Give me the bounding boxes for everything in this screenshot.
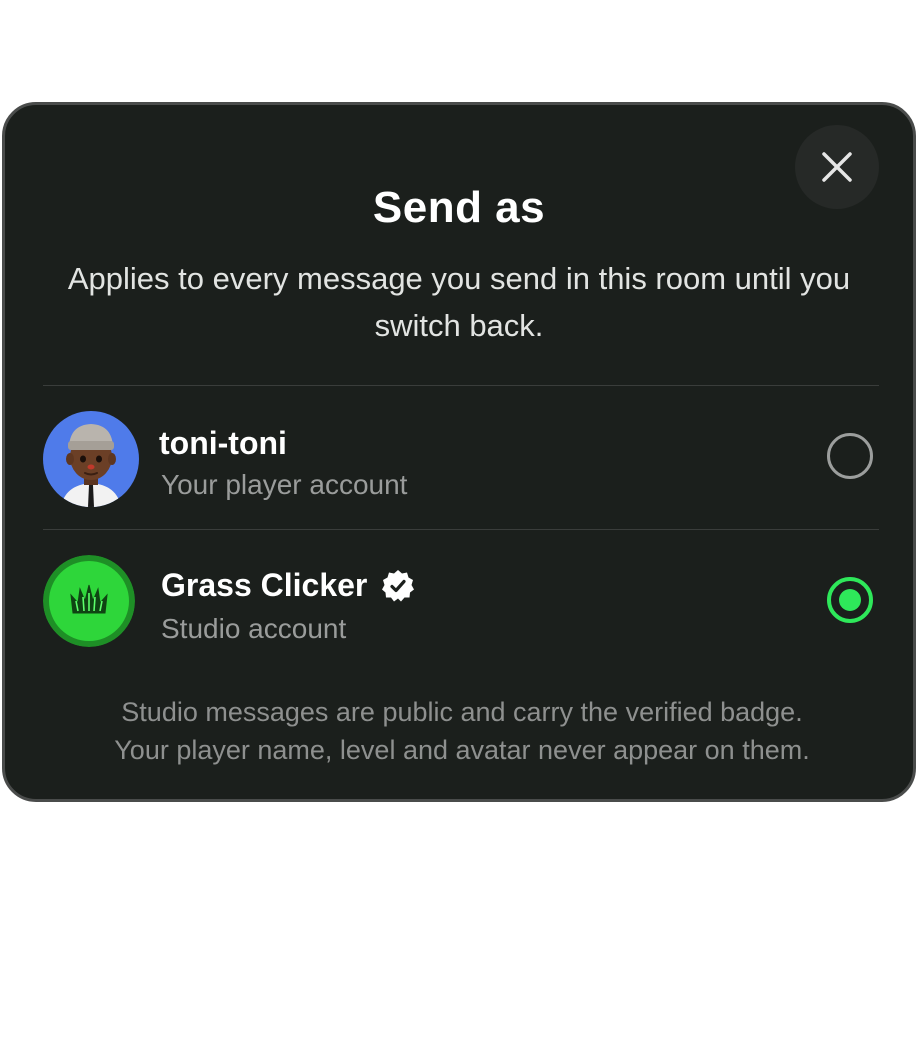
grass-logo-icon: [43, 555, 135, 647]
dialog-subtitle: Applies to every message you send in thi…: [67, 261, 851, 343]
player-avatar: [43, 411, 139, 507]
option-studio-account[interactable]: Grass Clicker Studio account: [43, 553, 879, 653]
radio-player-account[interactable]: [827, 433, 873, 479]
option-player-account[interactable]: toni-toni Your player account: [43, 411, 879, 511]
option-name: toni-toni: [159, 425, 287, 461]
send-as-dialog: Send as Applies to every message you sen…: [2, 102, 916, 802]
divider: [43, 529, 879, 530]
divider: [43, 385, 879, 386]
option-name: Grass Clicker: [161, 567, 368, 603]
option-description: Studio account: [161, 613, 347, 644]
option-name-row: Grass Clicker: [161, 567, 415, 604]
close-icon: [822, 152, 852, 182]
dialog-title: Send as: [372, 183, 546, 232]
radio-studio-account[interactable]: [827, 577, 873, 623]
radio-selected-dot: [839, 589, 861, 611]
option-description: Your player account: [161, 469, 408, 500]
footnote-line: Your player name, level and avatar never…: [114, 735, 810, 765]
footnote-line: Studio messages are public and carry the…: [121, 697, 803, 727]
verified-badge-icon: [382, 569, 415, 601]
footnote: Studio messages are public and carry the…: [45, 693, 879, 769]
